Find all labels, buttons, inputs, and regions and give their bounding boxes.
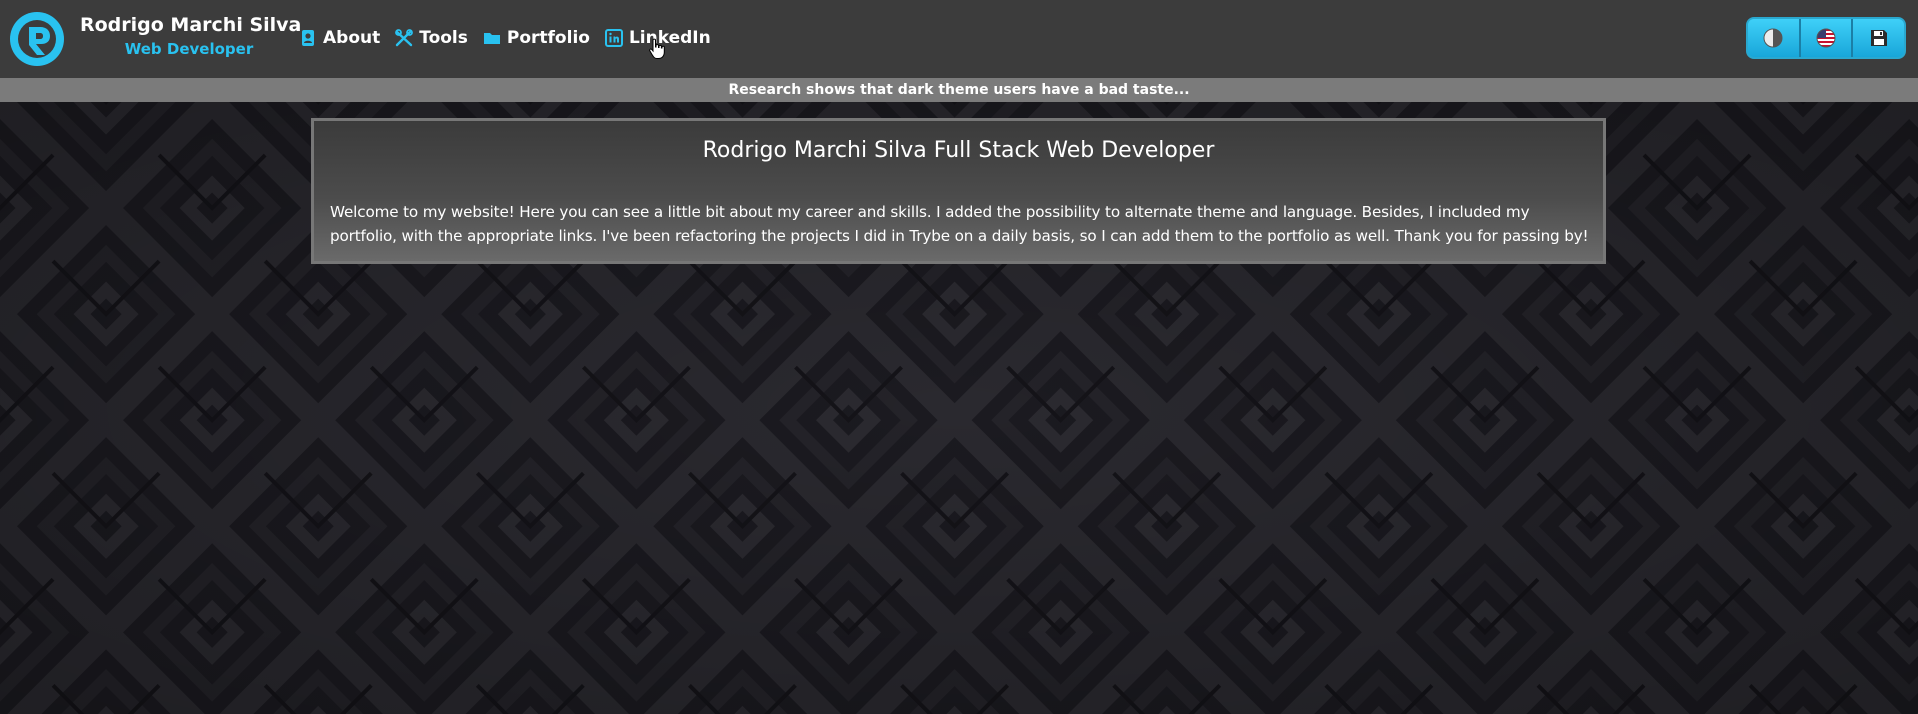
- top-navigation-bar: Rodrigo Marchi Silva Web Developer About: [0, 0, 1918, 78]
- theme-toggle-icon: [1762, 27, 1784, 49]
- page-title: Rodrigo Marchi Silva Full Stack Web Deve…: [702, 138, 1215, 163]
- intro-paragraph: Welcome to my website! Here you can see …: [330, 203, 1589, 245]
- nav-label-about: About: [323, 28, 381, 48]
- nav-item-portfolio[interactable]: Portfolio: [483, 26, 590, 50]
- save-button[interactable]: [1853, 19, 1904, 57]
- pointer-cursor-icon: [648, 38, 668, 60]
- announcement-banner: Research shows that dark theme users hav…: [0, 78, 1918, 102]
- brand-name: Rodrigo Marchi Silva: [80, 14, 302, 36]
- language-button[interactable]: [1800, 19, 1854, 57]
- id-card-icon: [299, 29, 317, 47]
- linkedin-icon: [604, 29, 623, 47]
- tools-icon: [395, 29, 414, 47]
- nav-label-tools: Tools: [419, 28, 468, 48]
- nav-label-linkedin: LinkedIn: [628, 28, 711, 48]
- intro-card: Rodrigo Marchi Silva Full Stack Web Deve…: [311, 118, 1606, 264]
- save-icon: [1868, 27, 1890, 49]
- nav-label-portfolio: Portfolio: [506, 28, 590, 48]
- brand-role: Web Developer: [124, 40, 254, 58]
- folder-icon: [483, 29, 501, 47]
- logo-r-icon[interactable]: [9, 11, 65, 67]
- us-flag-icon: [1815, 27, 1837, 49]
- settings-controls: [1746, 17, 1906, 59]
- nav-item-tools[interactable]: Tools: [395, 26, 468, 50]
- theme-toggle-button[interactable]: [1748, 19, 1801, 57]
- brand-block: Rodrigo Marchi Silva Web Developer: [80, 12, 302, 60]
- announcement-text: Research shows that dark theme users hav…: [728, 82, 1190, 98]
- nav-item-about[interactable]: About: [299, 26, 380, 50]
